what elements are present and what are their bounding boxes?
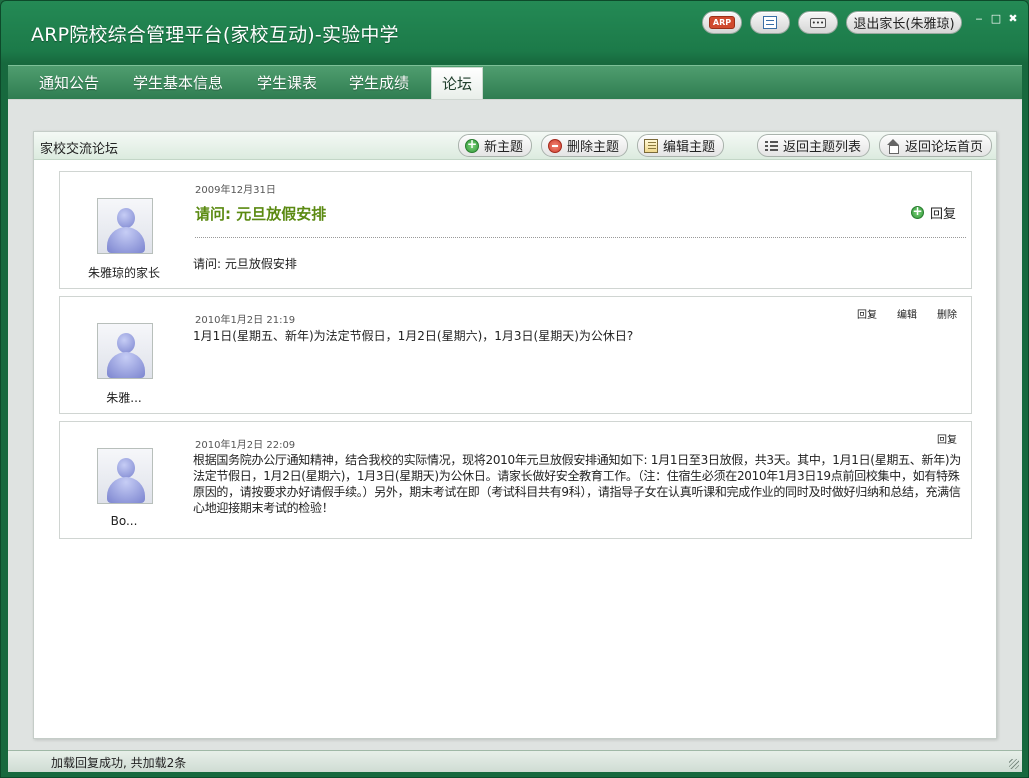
resize-grip-icon[interactable] — [1009, 759, 1019, 769]
remove-icon — [548, 138, 562, 153]
message-button[interactable]: ••• — [798, 11, 838, 34]
delete-topic-label: 删除主题 — [567, 140, 620, 155]
user-body-icon — [107, 352, 145, 378]
status-text: 加载回复成功, 共加载2条 — [51, 756, 187, 770]
reply-label: 回复 — [930, 207, 957, 222]
arp-logo-icon: ARP — [708, 16, 736, 29]
document-button[interactable] — [750, 11, 790, 34]
user-head-icon — [117, 208, 135, 228]
minimize-icon[interactable]: ‒ — [973, 13, 985, 25]
avatar — [97, 198, 153, 254]
message-icon: ••• — [810, 17, 826, 28]
back-to-list-button[interactable]: 返回主题列表 — [757, 134, 871, 157]
title-bar: ARP院校综合管理平台(家校互动)-实验中学 ARP ••• 退出家长(朱雅琼)… — [1, 1, 1028, 63]
home-icon — [886, 138, 900, 154]
avatar — [97, 448, 153, 504]
delete-link[interactable]: 删除 — [937, 306, 957, 321]
delete-topic-button[interactable]: 删除主题 — [541, 134, 629, 157]
back-to-home-label: 返回论坛首页 — [905, 140, 984, 155]
tab-student-info[interactable]: 学生基本信息 — [133, 72, 223, 93]
user-body-icon — [107, 227, 145, 253]
main-nav: 通知公告 学生基本信息 学生课表 学生成绩 论坛 — [8, 65, 1022, 100]
tab-timetable[interactable]: 学生课表 — [257, 72, 317, 93]
tab-notices[interactable]: 通知公告 — [39, 72, 99, 93]
add-icon — [465, 137, 479, 153]
arp-button[interactable]: ARP — [702, 11, 742, 34]
edit-topic-button[interactable]: 编辑主题 — [637, 134, 725, 157]
user-head-icon — [117, 458, 135, 478]
reply-topic-button[interactable]: 回复 — [911, 203, 956, 222]
reply-link[interactable]: 回复 — [857, 306, 877, 321]
new-topic-label: 新主题 — [484, 140, 524, 155]
divider — [195, 237, 966, 238]
forum-toolbar: 家校交流论坛 新主题 删除主题 编辑主题 返回主题列表 返回论坛首页 — [34, 132, 996, 160]
post-author: 朱雅... — [106, 391, 142, 405]
new-topic-button[interactable]: 新主题 — [458, 134, 533, 157]
post-author: 朱雅琼的家长 — [87, 266, 160, 280]
topic-title: 请问: 元旦放假安排 — [195, 205, 327, 223]
logout-button[interactable]: 退出家长(朱雅琼) — [846, 11, 962, 34]
app-title: ARP院校综合管理平台(家校互动)-实验中学 — [31, 24, 399, 46]
user-body-icon — [107, 477, 145, 503]
back-to-home-button[interactable]: 返回论坛首页 — [879, 134, 993, 157]
reply-link[interactable]: 回复 — [937, 431, 957, 446]
post-author: Bo... — [110, 514, 138, 528]
post-date: 2009年12月31日 — [195, 185, 276, 196]
close-icon[interactable]: ✖ — [1007, 13, 1019, 25]
status-bar: 加载回复成功, 共加载2条 — [8, 750, 1022, 772]
post-body: 请问: 元旦放假安排 — [193, 257, 297, 271]
reply-post: 朱雅... 2010年1月2日 21:19 回复 编辑 删除 1月1日(星期五、… — [59, 296, 972, 414]
tab-forum[interactable]: 论坛 — [431, 67, 484, 100]
avatar — [97, 323, 153, 379]
back-to-list-label: 返回主题列表 — [783, 140, 862, 155]
tab-grades[interactable]: 学生成绩 — [349, 72, 409, 93]
app-window: ARP院校综合管理平台(家校互动)-实验中学 ARP ••• 退出家长(朱雅琼)… — [0, 0, 1029, 778]
reply-post: Bo... 2010年1月2日 22:09 回复 根据国务院办公厅通知精神，结合… — [59, 421, 972, 539]
post-body: 根据国务院办公厅通知精神，结合我校的实际情况，现将2010年元旦放假安排通知如下… — [193, 453, 961, 515]
post-date: 2010年1月2日 22:09 — [195, 440, 296, 451]
topic-post: 朱雅琼的家长 2009年12月31日 请问: 元旦放假安排 回复 请问: 元旦放… — [59, 171, 972, 289]
user-head-icon — [117, 333, 135, 353]
post-date: 2010年1月2日 21:19 — [195, 315, 296, 326]
document-icon — [763, 16, 777, 29]
edit-link[interactable]: 编辑 — [897, 306, 917, 321]
add-icon — [911, 204, 924, 219]
edit-topic-label: 编辑主题 — [663, 140, 716, 155]
edit-icon — [644, 138, 658, 153]
forum-title: 家校交流论坛 — [40, 142, 119, 157]
maximize-icon[interactable]: □ — [990, 13, 1002, 25]
list-icon — [764, 139, 778, 153]
post-body: 1月1日(星期五、新年)为法定节假日，1月2日(星期六)，1月3日(星期天)为公… — [193, 329, 634, 343]
forum-panel: 家校交流论坛 新主题 删除主题 编辑主题 返回主题列表 返回论坛首页 — [33, 131, 997, 739]
